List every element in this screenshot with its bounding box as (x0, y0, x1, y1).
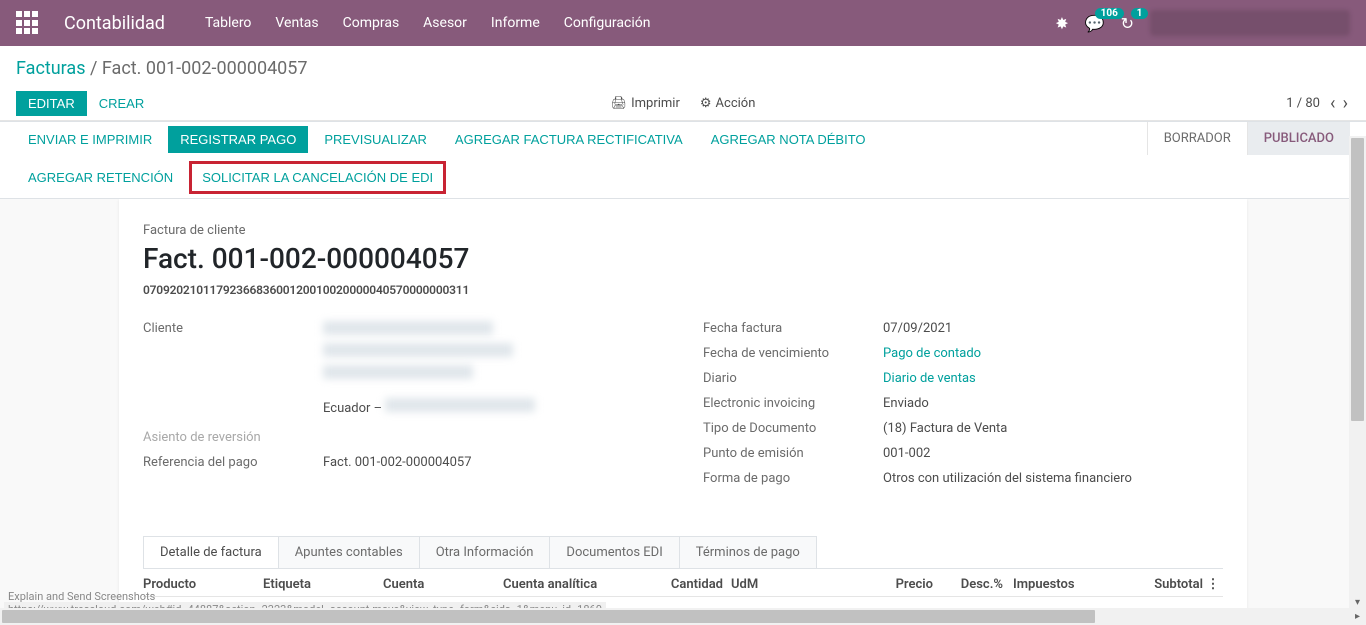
col-subtotal[interactable]: Subtotal (1123, 577, 1203, 592)
label-reversal: Asiento de reversión (143, 430, 323, 445)
cliente-addr2 (323, 365, 473, 379)
col-etiqueta[interactable]: Etiqueta (263, 577, 383, 592)
activity-icon[interactable]: ↻1 (1121, 14, 1134, 33)
value-payment-form: Otros con utilización del sistema financ… (883, 471, 1223, 486)
nav-configuracion[interactable]: Configuración (564, 15, 651, 31)
col-cuenta[interactable]: Cuenta (383, 577, 503, 592)
hscroll-thumb[interactable] (2, 610, 1095, 623)
nav-compras[interactable]: Compras (343, 15, 400, 31)
activity-badge: 1 (1131, 8, 1149, 19)
print-icon: 🖨 (611, 96, 628, 111)
nav-ventas[interactable]: Ventas (275, 15, 318, 31)
label-doc-type: Tipo de Documento (703, 421, 883, 436)
breadcrumb-root[interactable]: Facturas (16, 58, 86, 79)
control-panel: Facturas / Fact. 001-002-000004057 Edita… (0, 46, 1366, 121)
label-payment-ref: Referencia del pago (143, 455, 323, 470)
value-vencimiento[interactable]: Pago de contado (883, 346, 1223, 361)
chat-badge: 106 (1095, 8, 1124, 19)
label-payment-form: Forma de pago (703, 471, 883, 486)
label-vencimiento: Fecha de vencimiento (703, 346, 883, 361)
nav-tablero[interactable]: Tablero (205, 15, 251, 31)
value-diario[interactable]: Diario de ventas (883, 371, 1223, 386)
edit-button[interactable]: Editar (16, 91, 87, 116)
tab-journal-items[interactable]: Apuntes contables (278, 536, 420, 568)
label-cliente: Cliente (143, 321, 323, 336)
apps-icon[interactable] (16, 11, 40, 35)
label-diario: Diario (703, 371, 883, 386)
btn-credit-note[interactable]: Agregar factura rectificativa (443, 126, 695, 153)
breadcrumb: Facturas / Fact. 001-002-000004057 (16, 58, 1350, 79)
nav-links: Tablero Ventas Compras Asesor Informe Co… (205, 15, 651, 31)
btn-debit-note[interactable]: Agregar nota débito (699, 126, 878, 153)
horizontal-scrollbar[interactable]: ▸ (0, 608, 1366, 625)
top-nav: Contabilidad Tablero Ventas Compras Ases… (0, 0, 1366, 46)
tab-payment-terms[interactable]: Términos de pago (679, 536, 817, 568)
gear-icon: ⚙ (700, 96, 712, 111)
chevron-down-icon[interactable]: ▾ (1349, 597, 1366, 608)
col-more-icon[interactable]: ⋮ (1203, 577, 1223, 592)
nav-informe[interactable]: Informe (491, 15, 540, 31)
invoice-lines-header: Producto Etiqueta Cuenta Cuenta analític… (143, 569, 1223, 597)
col-producto[interactable]: Producto (143, 577, 263, 592)
doc-name: Fact. 001-002-000004057 (143, 242, 1223, 275)
pager-text[interactable]: 1 / 80 (1286, 96, 1320, 111)
doc-type: Factura de cliente (143, 223, 1223, 238)
cliente-name[interactable] (323, 321, 493, 335)
label-fecha: Fecha factura (703, 321, 883, 336)
col-udm[interactable]: UdM (723, 577, 783, 592)
bug-icon[interactable]: ✸ (1055, 14, 1068, 33)
col-descuento[interactable]: Desc.% (933, 577, 1003, 592)
app-title[interactable]: Contabilidad (64, 13, 165, 34)
tab-edi-docs[interactable]: Documentos EDI (549, 536, 679, 568)
label-emission-point: Punto de emisión (703, 446, 883, 461)
step-draft[interactable]: Borrador (1147, 122, 1247, 155)
create-button[interactable]: Crear (87, 91, 157, 116)
nav-asesor[interactable]: Asesor (423, 15, 467, 31)
status-bar: Enviar e imprimir Registrar pago Previsu… (0, 121, 1366, 199)
user-menu[interactable] (1150, 10, 1350, 36)
pager-prev[interactable]: ‹ (1330, 93, 1335, 114)
value-einvoicing: Enviado (883, 396, 1223, 411)
btn-request-edi-cancel[interactable]: Solicitar la cancelación de EDI (189, 161, 446, 194)
value-payment-ref: Fact. 001-002-000004057 (323, 455, 663, 470)
form-sheet: Factura de cliente Fact. 001-002-0000040… (119, 199, 1247, 621)
pager-next[interactable]: › (1343, 93, 1348, 114)
btn-register-payment[interactable]: Registrar pago (168, 126, 308, 153)
value-fecha: 07/09/2021 (883, 321, 1223, 336)
chat-icon[interactable]: 💬106 (1085, 14, 1105, 33)
value-emission-point: 001-002 (883, 446, 1223, 461)
btn-retention[interactable]: Agregar retención (16, 161, 185, 194)
label-einvoicing: Electronic invoicing (703, 396, 883, 411)
cliente-region (385, 398, 535, 412)
vertical-scrollbar[interactable]: ▾ (1349, 136, 1366, 608)
access-key: 0709202101179236683600120010020000040570… (143, 283, 1223, 297)
tab-detail[interactable]: Detalle de factura (143, 536, 279, 568)
col-impuestos[interactable]: Impuestos (1003, 577, 1123, 592)
cliente-country: Ecuador – (323, 401, 385, 416)
cliente-addr1 (323, 343, 513, 357)
col-cuenta-analitica[interactable]: Cuenta analítica (503, 577, 653, 592)
col-cantidad[interactable]: Cantidad (653, 577, 723, 592)
print-button[interactable]: 🖨 Imprimir (611, 96, 680, 111)
col-precio[interactable]: Precio (833, 577, 933, 592)
action-menu[interactable]: ⚙ Acción (700, 96, 756, 111)
vscroll-thumb[interactable] (1351, 138, 1364, 421)
value-doc-type: (18) Factura de Venta (883, 421, 1223, 436)
tabs: Detalle de factura Apuntes contables Otr… (143, 536, 1223, 569)
breadcrumb-current: Fact. 001-002-000004057 (102, 58, 308, 79)
step-posted[interactable]: Publicado (1247, 122, 1350, 155)
btn-preview[interactable]: Previsualizar (312, 126, 439, 153)
chevron-right-icon[interactable]: ▸ (1349, 611, 1366, 622)
tab-other-info[interactable]: Otra Información (419, 536, 551, 568)
btn-send-print[interactable]: Enviar e imprimir (16, 126, 164, 153)
